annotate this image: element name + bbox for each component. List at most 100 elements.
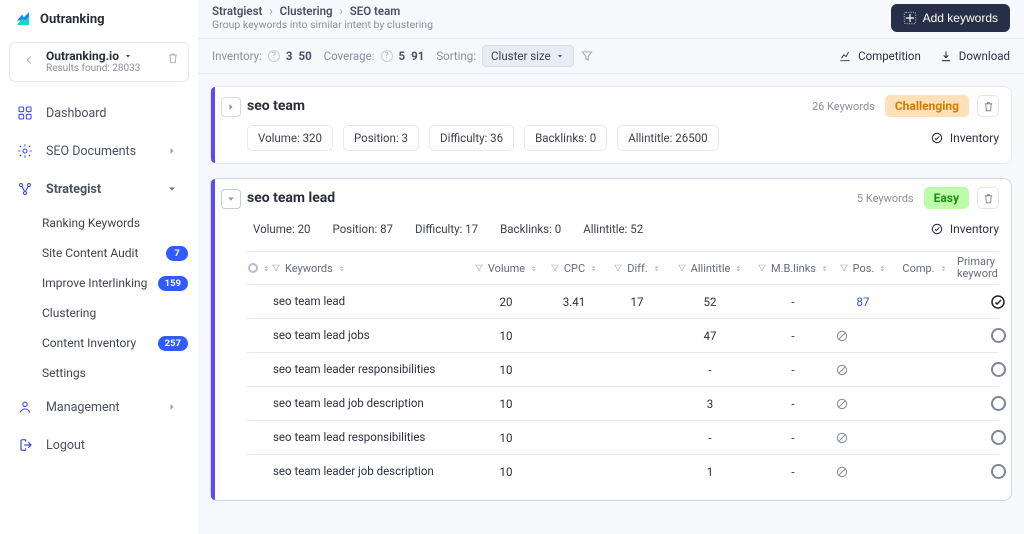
cell-diff — [607, 364, 667, 376]
cell-primary — [957, 322, 1024, 349]
chevron-down-icon — [166, 183, 182, 195]
nav-management[interactable]: Management — [0, 388, 198, 426]
chevron-down-icon — [123, 51, 133, 61]
brand-name: Outranking — [40, 12, 105, 27]
th-diff[interactable]: Diff. — [607, 262, 667, 275]
chevron-right-icon — [166, 145, 182, 157]
accent-stripe — [211, 179, 215, 500]
delete-cluster-icon[interactable] — [977, 187, 999, 209]
cell-keyword: seo team leader job description — [271, 458, 471, 484]
filter-icon[interactable] — [580, 49, 594, 63]
filter-icon — [757, 263, 767, 273]
help-icon[interactable]: ? — [268, 50, 280, 62]
th-pos[interactable]: Pos. — [833, 262, 893, 275]
cell-allintitle: 3 — [667, 391, 753, 417]
select-all[interactable] — [247, 263, 271, 273]
sort-dropdown[interactable]: Cluster size — [482, 45, 574, 67]
primary-keyword-radio[interactable] — [991, 464, 1006, 479]
table-row[interactable]: seo team leader job description101- — [247, 454, 999, 488]
sort-icon[interactable] — [262, 264, 271, 273]
download-icon — [939, 49, 953, 63]
nav-improve-interlinking[interactable]: Improve Interlinking159 — [0, 268, 198, 298]
cell-allintitle: 52 — [667, 289, 753, 315]
cell-cpc — [541, 466, 607, 478]
nav-settings[interactable]: Settings — [0, 358, 198, 388]
workspace-picker[interactable]: Outranking.io Results found: 28033 — [9, 42, 189, 82]
inventory-link[interactable]: Inventory — [930, 222, 999, 236]
keyword-table: Keywords Volume CPC Diff. Allintitle M.B… — [247, 251, 999, 488]
cell-mblinks: - — [753, 357, 833, 383]
nav-ranking-keywords[interactable]: Ranking Keywords — [0, 208, 198, 238]
cell-cpc — [541, 432, 607, 444]
metric-difficulty: Difficulty: 17 — [409, 217, 484, 241]
back-icon[interactable] — [18, 49, 40, 71]
nav-dashboard[interactable]: Dashboard — [0, 94, 198, 132]
table-row[interactable]: seo team lead jobs1047- — [247, 318, 999, 352]
sort-icon — [337, 264, 346, 273]
nodes-icon — [16, 180, 34, 198]
cell-cpc: 3.41 — [541, 289, 607, 315]
cell-primary — [957, 458, 1024, 485]
inventory-stat: Inventory: ? 3 50 — [212, 49, 312, 63]
gear-icon — [16, 142, 34, 160]
brand-logo-icon — [14, 10, 32, 28]
workspace-delete-icon[interactable] — [166, 51, 180, 65]
cell-allintitle: - — [667, 357, 753, 383]
th-comp[interactable]: Comp. — [893, 262, 957, 275]
sort-icon — [589, 264, 598, 273]
grid-icon — [16, 104, 34, 122]
nav-seo-documents[interactable]: SEO Documents — [0, 132, 198, 170]
collapse-toggle[interactable] — [221, 189, 241, 209]
filter-icon — [839, 263, 849, 273]
expand-toggle[interactable] — [221, 97, 241, 117]
cell-comp — [893, 398, 957, 410]
table-row[interactable]: seo team lead responsibilities10-- — [247, 420, 999, 454]
primary-keyword-radio[interactable] — [991, 396, 1006, 411]
th-allintitle[interactable]: Allintitle — [667, 262, 753, 275]
cell-diff — [607, 432, 667, 444]
cell-primary — [957, 424, 1024, 451]
metric-difficulty: Difficulty: 36 — [429, 125, 514, 151]
nav-strategist[interactable]: Strategist — [0, 170, 198, 208]
download-button[interactable]: Download — [939, 49, 1010, 63]
sort-icon — [529, 264, 538, 273]
add-keywords-button[interactable]: Add keywords — [891, 4, 1010, 32]
cell-pos — [833, 391, 893, 417]
cell-mblinks: - — [753, 323, 833, 349]
nav-logout[interactable]: Logout — [0, 426, 198, 464]
metric-volume: Volume: 20 — [247, 217, 317, 241]
crumb-section[interactable]: Clustering — [280, 4, 333, 18]
table-row[interactable]: seo team leader responsibilities10-- — [247, 352, 999, 386]
coverage-stat: Coverage: ? 5 91 — [324, 49, 425, 63]
th-mblinks[interactable]: M.B.links — [753, 262, 833, 275]
main: Stratgiest › Clustering › SEO team Group… — [198, 0, 1024, 534]
brand: Outranking — [0, 0, 198, 38]
badge: 257 — [158, 336, 188, 352]
table-row[interactable]: seo team lead job description103- — [247, 386, 999, 420]
th-primary[interactable]: Primary keyword — [957, 256, 1024, 279]
competition-button[interactable]: Competition — [838, 49, 921, 63]
cell-mblinks: - — [753, 289, 833, 315]
sort-icon — [878, 264, 887, 273]
primary-keyword-radio[interactable] — [991, 430, 1006, 445]
th-cpc[interactable]: CPC — [541, 262, 607, 275]
primary-keyword-radio[interactable] — [991, 362, 1006, 377]
filter-icon — [271, 263, 281, 273]
cell-pos — [833, 323, 893, 349]
help-icon[interactable]: ? — [381, 50, 393, 62]
table-row[interactable]: seo team lead203.411752-87 — [247, 284, 999, 318]
nav-site-content-audit[interactable]: Site Content Audit7 — [0, 238, 198, 268]
primary-keyword-radio[interactable] — [991, 328, 1006, 343]
cell-pos — [833, 459, 893, 485]
th-keywords[interactable]: Keywords — [271, 262, 471, 275]
th-volume[interactable]: Volume — [471, 262, 541, 275]
delete-cluster-icon[interactable] — [977, 95, 999, 117]
crumb-root[interactable]: Stratgiest — [212, 4, 262, 18]
nav-clustering[interactable]: Clustering — [0, 298, 198, 328]
nav-strategist-children: Ranking Keywords Site Content Audit7 Imp… — [0, 208, 198, 388]
content: seo team 26 Keywords Challenging Volume:… — [198, 74, 1024, 534]
position-link[interactable]: 87 — [857, 295, 870, 309]
inventory-link[interactable]: Inventory — [930, 131, 999, 145]
cell-volume: 10 — [471, 323, 541, 349]
nav-content-inventory[interactable]: Content Inventory257 — [0, 328, 198, 358]
